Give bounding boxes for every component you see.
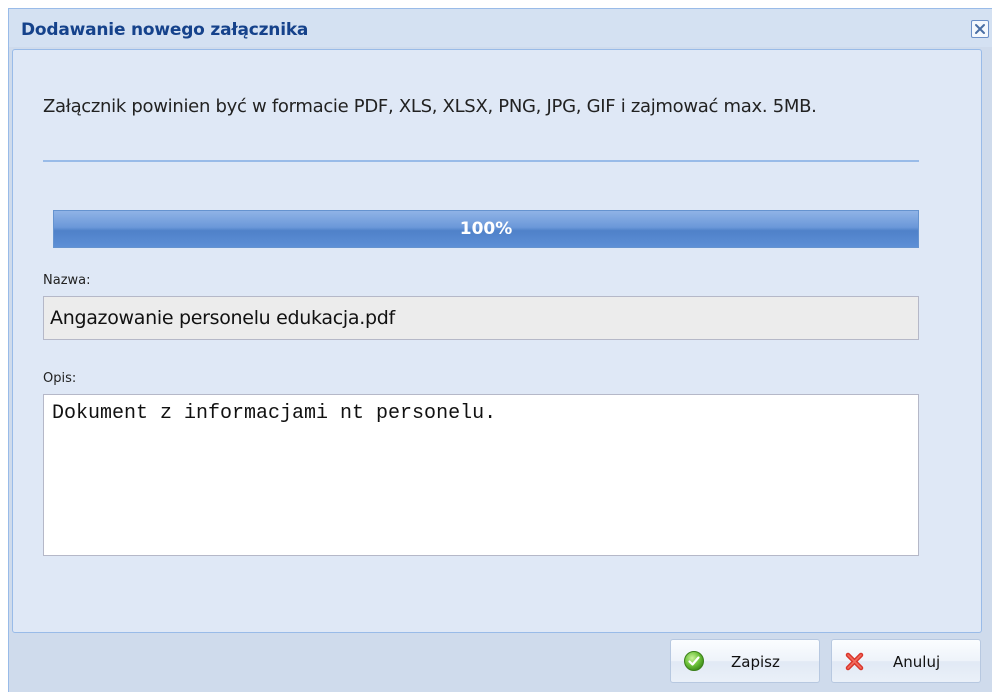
name-field[interactable]: Angazowanie personelu edukacja.pdf [43, 296, 919, 340]
divider [43, 160, 919, 162]
save-button-label: Zapisz [731, 653, 780, 671]
check-circle-icon [684, 651, 704, 671]
dialog-title: Dodawanie nowego załącznika [21, 20, 309, 40]
dialog-window: Dodawanie nowego załącznika Załącznik po… [8, 8, 992, 692]
cancel-button[interactable]: Anuluj [831, 639, 981, 683]
close-icon [975, 24, 985, 34]
progress-label: 100% [459, 219, 513, 239]
save-button[interactable]: Zapisz [670, 639, 820, 683]
dialog-titlebar[interactable]: Dodawanie nowego załącznika [9, 9, 992, 47]
description-textarea[interactable]: Dokument z informacjami nt personelu. [43, 394, 919, 556]
upload-progress-bar: 100% [53, 210, 919, 248]
description-label: Opis: [43, 371, 77, 386]
form-panel: Załącznik powinien być w formacie PDF, X… [12, 49, 982, 633]
format-info-text: Załącznik powinien być w formacie PDF, X… [43, 96, 817, 117]
name-label: Nazwa: [43, 273, 91, 288]
cancel-button-label: Anuluj [893, 653, 941, 671]
red-x-icon [845, 652, 864, 671]
close-button[interactable] [971, 20, 989, 38]
